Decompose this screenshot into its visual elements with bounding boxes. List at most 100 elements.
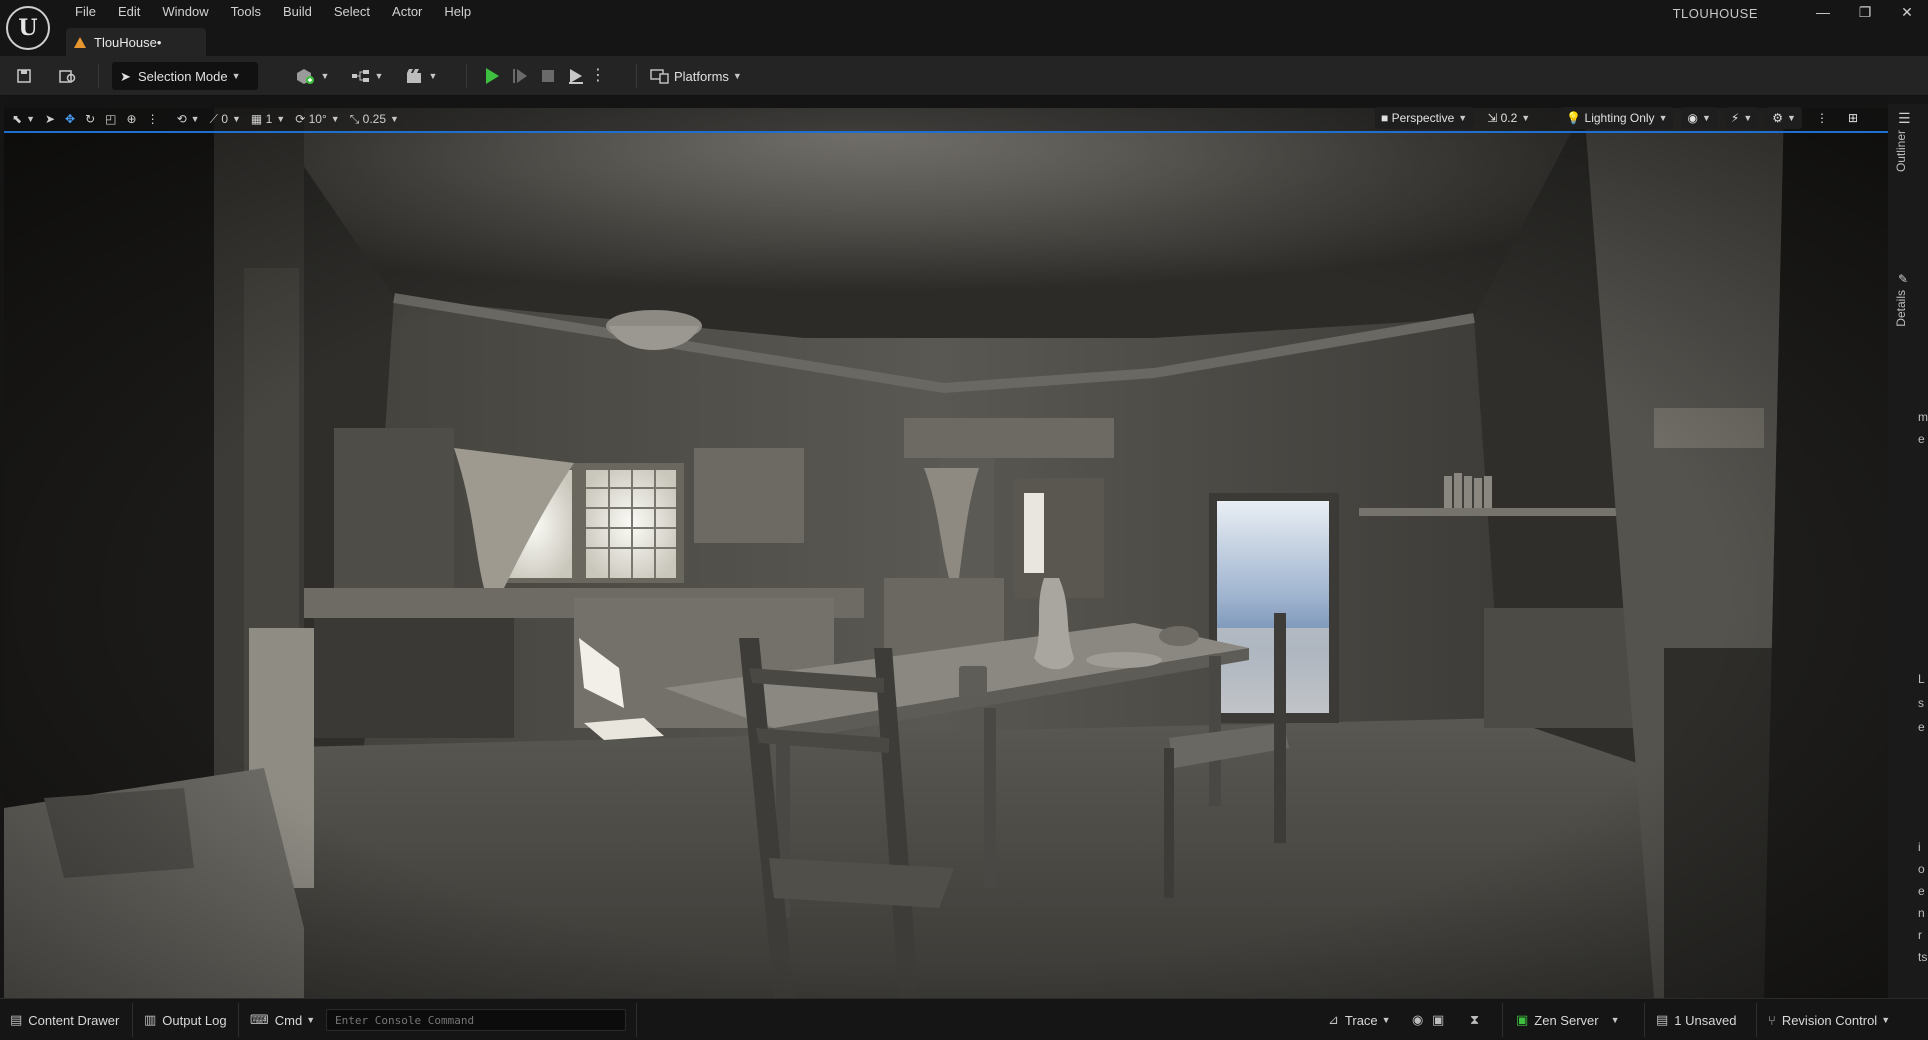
unsaved-icon: ▤ xyxy=(1656,1012,1669,1027)
status-bar: ▤ Content Drawer ▥ Output Log ⌨ Cmd ▼ ⊿ … xyxy=(0,998,1928,1040)
viewport-toolbar: ⬉ ▼ ➤ ✥ ↻ ◰ ⊕ ⋮ ⟲ ▼ ⟋ 0 ▼ ▦ 1 ▼ ⟳ 10° ▼ ⤡ 0.2… xyxy=(4,102,1888,132)
blueprints-icon[interactable]: ▼ xyxy=(348,66,386,86)
level-viewport[interactable] xyxy=(4,108,1888,998)
menu-edit[interactable]: Edit xyxy=(109,2,149,22)
chevron-down-icon: ▼ xyxy=(320,71,330,81)
scale-icon[interactable]: ◰ xyxy=(105,112,116,126)
toolbar-divider xyxy=(466,64,467,88)
restore-button[interactable]: ❐ xyxy=(1844,0,1886,24)
chevron-down-icon: ▼ xyxy=(306,1015,316,1025)
revision-control-dropdown[interactable]: ⑂ Revision Control ▼ xyxy=(1768,1009,1890,1031)
cursor-icon: ➤ xyxy=(120,69,131,84)
pencil-icon[interactable]: ✎ xyxy=(1898,272,1908,286)
cinematics-icon[interactable]: ▼ xyxy=(402,66,440,86)
menu-window[interactable]: Window xyxy=(153,2,217,22)
select-arrow-icon[interactable]: ➤ xyxy=(45,112,55,126)
gear-icon: ⚙ xyxy=(1772,111,1784,125)
viewport-scene xyxy=(4,108,1888,998)
level-warning-icon xyxy=(74,36,86,48)
details-text-fragment: ts xyxy=(1918,950,1928,964)
title-bar: U File Edit Window Tools Build Select Ac… xyxy=(0,0,1928,56)
unreal-logo-icon[interactable]: U xyxy=(6,6,50,50)
play-icon[interactable] xyxy=(478,62,506,90)
scale-snap-toggle[interactable]: ⤡ 0.25 ▼ xyxy=(350,112,399,127)
close-button[interactable]: ✕ xyxy=(1886,0,1928,24)
selection-mode-dropdown[interactable]: ➤ Selection Mode ▼ xyxy=(112,62,258,90)
eye-icon: ◉ xyxy=(1687,111,1698,125)
platforms-dropdown[interactable]: Platforms ▼ xyxy=(650,62,742,90)
outliner-tab[interactable]: Outliner xyxy=(1894,130,1908,172)
rotation-snap-toggle[interactable]: ⟋ 0 ▼ xyxy=(210,112,241,127)
browse-content-icon[interactable] xyxy=(58,66,78,86)
details-text-fragment: e xyxy=(1918,884,1925,898)
viewport-menu-icon[interactable]: ⋮ xyxy=(1810,107,1834,129)
menu-actor[interactable]: Actor xyxy=(383,2,431,22)
play-options-icon[interactable]: ⋮ xyxy=(590,62,606,90)
realtime-icon: ⚡ xyxy=(1730,111,1740,125)
details-text-fragment: s xyxy=(1918,696,1924,710)
details-text-fragment: m xyxy=(1918,410,1928,424)
level-tab-label: TlouHouse• xyxy=(94,34,162,50)
view-mode-dropdown[interactable]: 💡 Lighting Only ▼ xyxy=(1560,107,1674,129)
details-text-fragment: n xyxy=(1918,906,1925,920)
hamburger-icon[interactable]: ☰ xyxy=(1898,110,1911,127)
zen-server-dropdown[interactable]: ▣ Zen Server ▼ xyxy=(1516,1009,1620,1031)
selection-mode-label: Selection Mode xyxy=(138,68,228,84)
realtime-dropdown[interactable]: ⚡ ▼ xyxy=(1724,107,1759,129)
zen-server-icon: ▣ xyxy=(1516,1012,1529,1027)
grid-snap-value: 1 xyxy=(265,112,273,126)
unsaved-button[interactable]: ▤ 1 Unsaved xyxy=(1656,1009,1736,1031)
zen-server-label: Zen Server xyxy=(1534,1012,1599,1028)
lighting-only-label: Lighting Only xyxy=(1584,111,1655,125)
content-drawer-button[interactable]: ▤ Content Drawer xyxy=(10,1009,119,1031)
perspective-dropdown[interactable]: ■ Perspective ▼ xyxy=(1374,107,1474,129)
viewport-settings-dropdown[interactable]: ⚙ ▼ xyxy=(1766,107,1802,129)
layout-icon[interactable]: ⊞ xyxy=(1842,107,1864,129)
step-frame-icon[interactable] xyxy=(506,62,534,90)
minimize-button[interactable]: — xyxy=(1802,0,1844,24)
hourglass-icon[interactable]: ⧗ xyxy=(1470,1009,1485,1031)
output-log-icon: ▥ xyxy=(144,1012,157,1027)
menu-tools[interactable]: Tools xyxy=(222,2,270,22)
chevron-down-icon: ▼ xyxy=(1610,1015,1620,1025)
rotation-snap-value: 0 xyxy=(221,112,228,126)
rotate-icon[interactable]: ↻ xyxy=(85,112,95,126)
console-command-input[interactable] xyxy=(326,1009,626,1031)
cmd-dropdown[interactable]: ⌨ Cmd ▼ xyxy=(250,1009,315,1031)
translate-icon[interactable]: ✥ xyxy=(65,112,75,126)
save-icon[interactable] xyxy=(14,66,34,86)
chevron-down-icon: ▼ xyxy=(732,71,742,81)
camera-speed-dropdown[interactable]: ⇲ 0.2 ▼ xyxy=(1481,107,1536,129)
menu-select[interactable]: Select xyxy=(325,2,379,22)
rotation-snap-icon: ⟋ xyxy=(209,111,218,126)
angle-snap-icon: ⟳ xyxy=(295,112,306,126)
eject-icon[interactable] xyxy=(562,62,590,90)
add-actor-icon[interactable]: ▼ xyxy=(292,66,332,86)
menu-help[interactable]: Help xyxy=(435,2,480,22)
screenshot-icon[interactable]: ▣ xyxy=(1432,1009,1450,1031)
camera-speed-value: 0.2 xyxy=(1500,111,1518,125)
menu-build[interactable]: Build xyxy=(274,2,321,22)
surface-snap-icon[interactable]: ⟲ ▼ xyxy=(177,112,200,126)
show-flags-dropdown[interactable]: ◉ ▼ xyxy=(1681,107,1717,129)
trace-icon: ⊿ xyxy=(1328,1012,1339,1027)
view-options: ■ Perspective ▼ ⇲ 0.2 ▼ 💡 Lighting Only ▼ ◉… xyxy=(1367,107,1864,129)
menu-file[interactable]: File xyxy=(66,2,105,22)
record-icon[interactable]: ◉ xyxy=(1412,1009,1429,1031)
world-local-icon[interactable]: ⊕ xyxy=(127,112,137,126)
select-options-icon[interactable]: ⬉ ▼ xyxy=(12,112,35,126)
revision-control-label: Revision Control xyxy=(1781,1012,1878,1028)
output-log-label: Output Log xyxy=(162,1012,227,1028)
more-options-icon[interactable]: ⋮ xyxy=(147,112,159,126)
lightbulb-icon: 💡 xyxy=(1566,111,1582,125)
details-text-fragment: o xyxy=(1918,862,1925,876)
stop-icon[interactable] xyxy=(534,62,562,90)
main-toolbar: ➤ Selection Mode ▼ ▼ ▼ ▼ ⋮ Platforms ▼ xyxy=(0,56,1928,96)
output-log-button[interactable]: ▥ Output Log xyxy=(144,1009,227,1031)
angle-snap-toggle[interactable]: ⟳ 10° ▼ xyxy=(295,112,339,126)
menu-bar: File Edit Window Tools Build Select Acto… xyxy=(66,2,484,22)
details-tab[interactable]: Details xyxy=(1894,290,1908,327)
level-tab[interactable]: TlouHouse• xyxy=(66,28,206,56)
grid-snap-toggle[interactable]: ▦ 1 ▼ xyxy=(251,112,285,126)
trace-dropdown[interactable]: ⊿ Trace ▼ xyxy=(1328,1009,1391,1031)
